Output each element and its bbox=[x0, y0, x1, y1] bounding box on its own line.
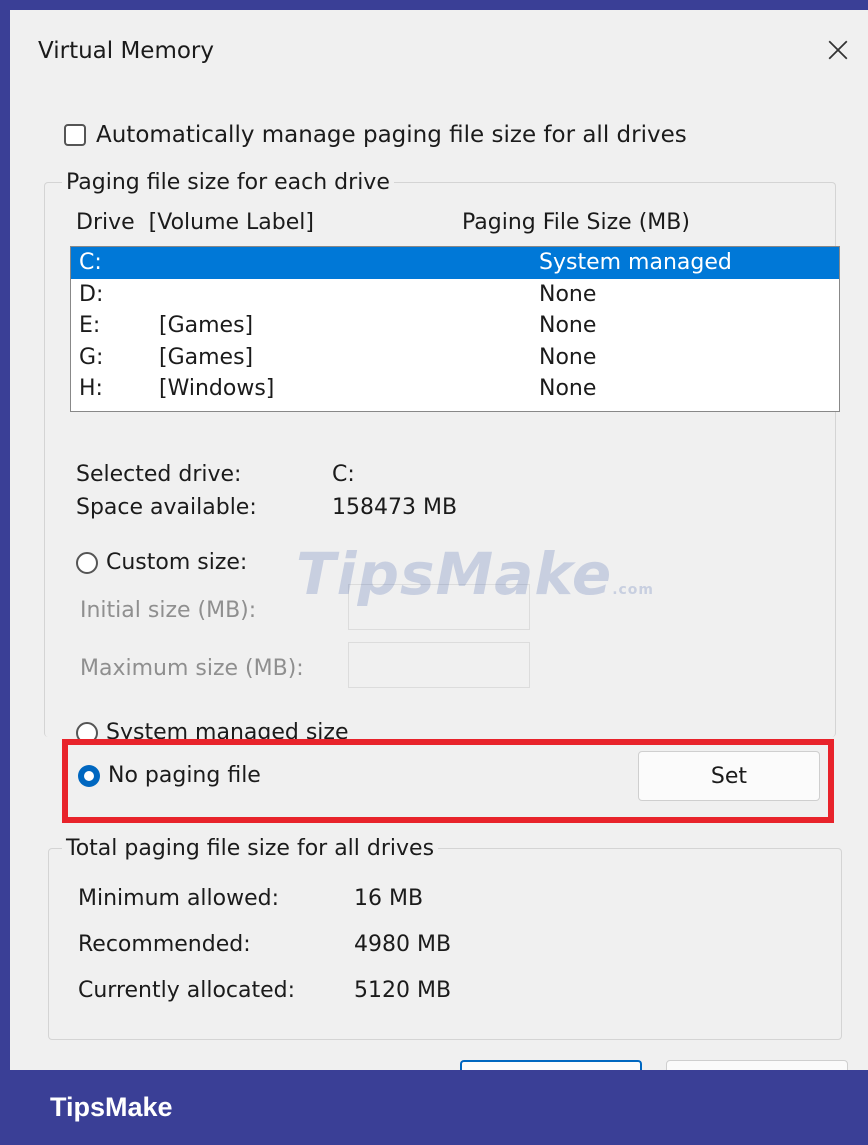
ok-button[interactable] bbox=[460, 1060, 642, 1070]
selected-drive-value: C: bbox=[332, 462, 355, 487]
drive-letter: C: bbox=[79, 250, 102, 275]
virtual-memory-dialog: Virtual Memory Automatically manage pagi… bbox=[10, 10, 868, 1070]
paging-size: System managed bbox=[539, 250, 732, 275]
paging-size: None bbox=[539, 281, 597, 307]
drive-row[interactable]: G: [Games] None bbox=[71, 342, 839, 374]
title-bar: Virtual Memory bbox=[10, 10, 868, 90]
paging-size: None bbox=[539, 313, 597, 338]
totals-group-legend: Total paging file size for all drives bbox=[62, 836, 439, 861]
custom-size-label: Custom size: bbox=[106, 550, 248, 575]
minimum-allowed-label: Minimum allowed: bbox=[78, 886, 280, 911]
volume-label: [Windows] bbox=[159, 376, 275, 401]
space-available-label: Space available: bbox=[76, 495, 257, 520]
auto-manage-label: Automatically manage paging file size fo… bbox=[96, 122, 687, 148]
initial-size-label: Initial size (MB): bbox=[80, 598, 257, 623]
footer-banner: TipsMake bbox=[0, 1070, 868, 1145]
selected-drive-label: Selected drive: bbox=[76, 462, 242, 487]
drive-row[interactable]: D: None bbox=[71, 279, 839, 311]
custom-size-option[interactable]: Custom size: bbox=[76, 550, 247, 575]
dialog-title: Virtual Memory bbox=[38, 38, 215, 64]
maximum-size-field[interactable] bbox=[348, 642, 530, 688]
space-available-value: 158473 MB bbox=[332, 495, 458, 520]
cancel-button[interactable] bbox=[666, 1060, 848, 1070]
custom-size-radio[interactable] bbox=[76, 551, 98, 574]
drive-row[interactable]: E: [Games] None bbox=[71, 310, 839, 342]
close-icon bbox=[828, 40, 848, 60]
drive-letter: G: bbox=[79, 344, 104, 370]
column-header-size: Paging File Size (MB) bbox=[462, 210, 690, 235]
auto-manage-row[interactable]: Automatically manage paging file size fo… bbox=[64, 122, 687, 148]
highlight-box bbox=[62, 739, 834, 823]
drive-letter: E: bbox=[79, 313, 101, 338]
paging-group-legend: Paging file size for each drive bbox=[62, 170, 394, 195]
initial-size-field[interactable] bbox=[348, 584, 530, 630]
recommended-label: Recommended: bbox=[78, 932, 251, 957]
minimum-allowed-value: 16 MB bbox=[354, 886, 424, 911]
paging-size: None bbox=[539, 344, 597, 370]
currently-allocated-value: 5120 MB bbox=[354, 978, 452, 1003]
drive-list[interactable]: C: System managed D: None E: [Games] Non… bbox=[70, 246, 840, 412]
drive-row[interactable]: C: System managed bbox=[71, 247, 839, 279]
currently-allocated-label: Currently allocated: bbox=[78, 978, 296, 1003]
footer-brand: TipsMake bbox=[50, 1092, 173, 1122]
recommended-value: 4980 MB bbox=[354, 932, 452, 957]
paging-size: None bbox=[539, 376, 597, 401]
drive-row[interactable]: H: [Windows] None bbox=[71, 373, 839, 405]
auto-manage-checkbox[interactable] bbox=[64, 124, 86, 146]
drive-letter: D: bbox=[79, 281, 104, 307]
column-header-drive: Drive [Volume Label] bbox=[76, 210, 314, 235]
volume-label: [Games] bbox=[159, 313, 254, 338]
drive-letter: H: bbox=[79, 376, 103, 401]
volume-label: [Games] bbox=[159, 344, 254, 370]
maximum-size-label: Maximum size (MB): bbox=[80, 656, 304, 681]
close-button[interactable] bbox=[818, 30, 858, 70]
system-managed-option[interactable]: System managed size bbox=[76, 714, 476, 742]
